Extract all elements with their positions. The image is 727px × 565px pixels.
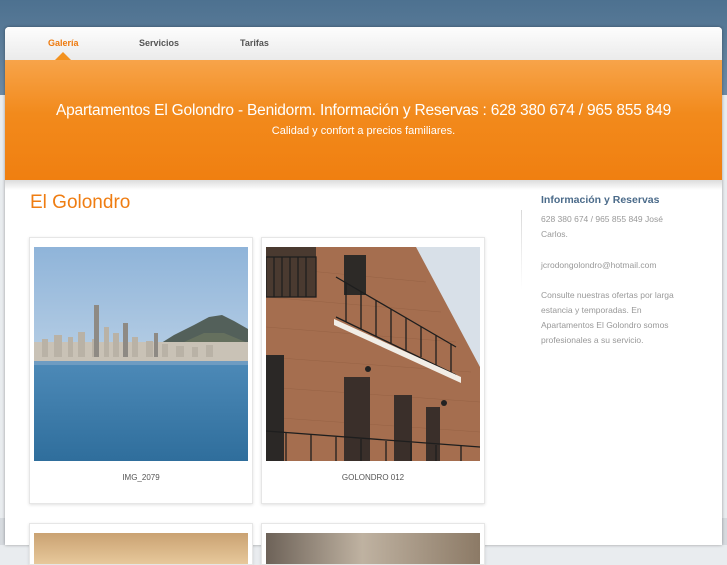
column-divider [521, 210, 522, 290]
sidebar-title: Información y Reservas [541, 194, 660, 206]
sidebar-email[interactable]: jcrodongolondro@hotmail.com [541, 258, 691, 273]
banner-title: Apartamentos El Golondro - Benidorm. Inf… [55, 102, 672, 119]
page-container: Galería Servicios Tarifas Apartamentos E… [5, 27, 722, 565]
nav-item-galeria[interactable]: Galería [48, 38, 79, 48]
banner-shadow [5, 180, 722, 190]
gallery-card[interactable]: GOLONDRO 012 [261, 237, 485, 504]
gallery-caption: GOLONDRO 012 [341, 473, 405, 482]
nav-item-tarifas[interactable]: Tarifas [240, 38, 269, 48]
gallery-photo-room[interactable] [266, 533, 480, 564]
gallery-card[interactable] [261, 523, 485, 565]
nav-item-servicios[interactable]: Servicios [139, 38, 179, 48]
gallery-caption: IMG_2079 [122, 473, 160, 482]
gallery-photo-interior[interactable] [34, 533, 248, 564]
hero-banner: Apartamentos El Golondro - Benidorm. Inf… [5, 60, 722, 180]
active-tab-pointer [55, 52, 71, 60]
gallery-photo-building[interactable] [266, 247, 480, 461]
banner-subtitle: Calidad y confort a precios familiares. [271, 125, 456, 137]
gallery-card[interactable] [29, 523, 253, 565]
gallery-card[interactable]: IMG_2079 [29, 237, 253, 504]
top-nav: Galería Servicios Tarifas [5, 27, 722, 60]
page-title: El Golondro [30, 192, 131, 213]
gallery-photo-bay[interactable] [34, 247, 248, 461]
sidebar-phone: 628 380 674 / 965 855 849 José Carlos. [541, 214, 663, 239]
sidebar-description: Consulte nuestras ofertas por larga esta… [541, 290, 674, 345]
